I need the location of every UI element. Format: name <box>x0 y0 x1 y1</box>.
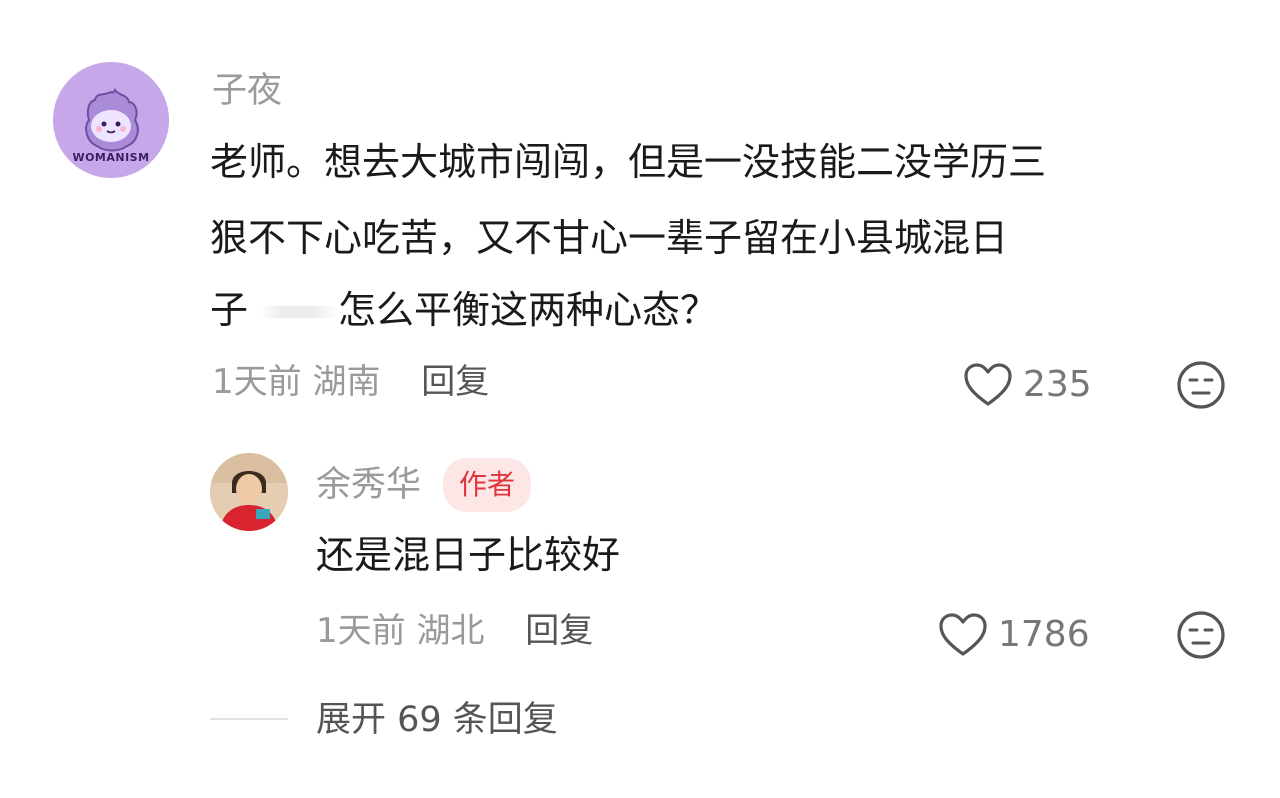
commenter-username[interactable]: 子夜 <box>212 66 282 116</box>
reply-header: 余秀华 作者 <box>316 458 532 512</box>
like-button[interactable]: 235 <box>963 360 1092 410</box>
comment-text-segment: 子 <box>210 288 249 332</box>
dislike-button[interactable] <box>1176 610 1226 660</box>
dislike-button[interactable] <box>1176 360 1226 410</box>
like-button[interactable]: 1786 <box>938 610 1090 660</box>
heart-outline-icon <box>939 613 987 656</box>
comment-location: 湖南 <box>312 362 381 402</box>
reply-location: 湖北 <box>416 611 485 651</box>
avatar-brand-text: WOMANISM <box>72 151 150 164</box>
reply-meta: 1天前 湖北 回复 <box>316 606 593 656</box>
comment-time: 1天前 <box>212 362 302 402</box>
expand-divider <box>210 718 288 720</box>
reply-button[interactable]: 回复 <box>421 362 489 402</box>
reply-time: 1天前 <box>316 611 406 651</box>
like-count: 235 <box>1023 364 1092 405</box>
like-count: 1786 <box>998 614 1090 655</box>
comment-text-line: 老师。想去大城市闯闯，但是一没技能二没学历三 <box>210 140 1047 184</box>
comment-text-segment: 怎么平衡这两种心态？ <box>338 288 719 332</box>
comment-text-line: 狠不下心吃苦，又不甘心一辈子留在小县城混日 <box>210 216 1009 260</box>
author-username[interactable]: 余秀华 <box>316 460 421 510</box>
commenter-avatar[interactable]: WOMANISM <box>53 62 169 178</box>
redacted-mark <box>260 306 338 318</box>
reply-text: 还是混日子比较好 <box>316 533 621 577</box>
heart-outline-icon <box>964 363 1012 406</box>
author-badge: 作者 <box>443 458 532 512</box>
neutral-face-icon <box>1177 361 1225 409</box>
person-photo-icon <box>210 453 288 531</box>
author-avatar[interactable] <box>210 453 288 531</box>
expand-replies-button[interactable]: 展开 69 条回复 <box>316 695 558 745</box>
reply-button[interactable]: 回复 <box>525 611 593 651</box>
neutral-face-icon <box>1177 611 1225 659</box>
comment-meta: 1天前 湖南 回复 <box>212 357 489 407</box>
